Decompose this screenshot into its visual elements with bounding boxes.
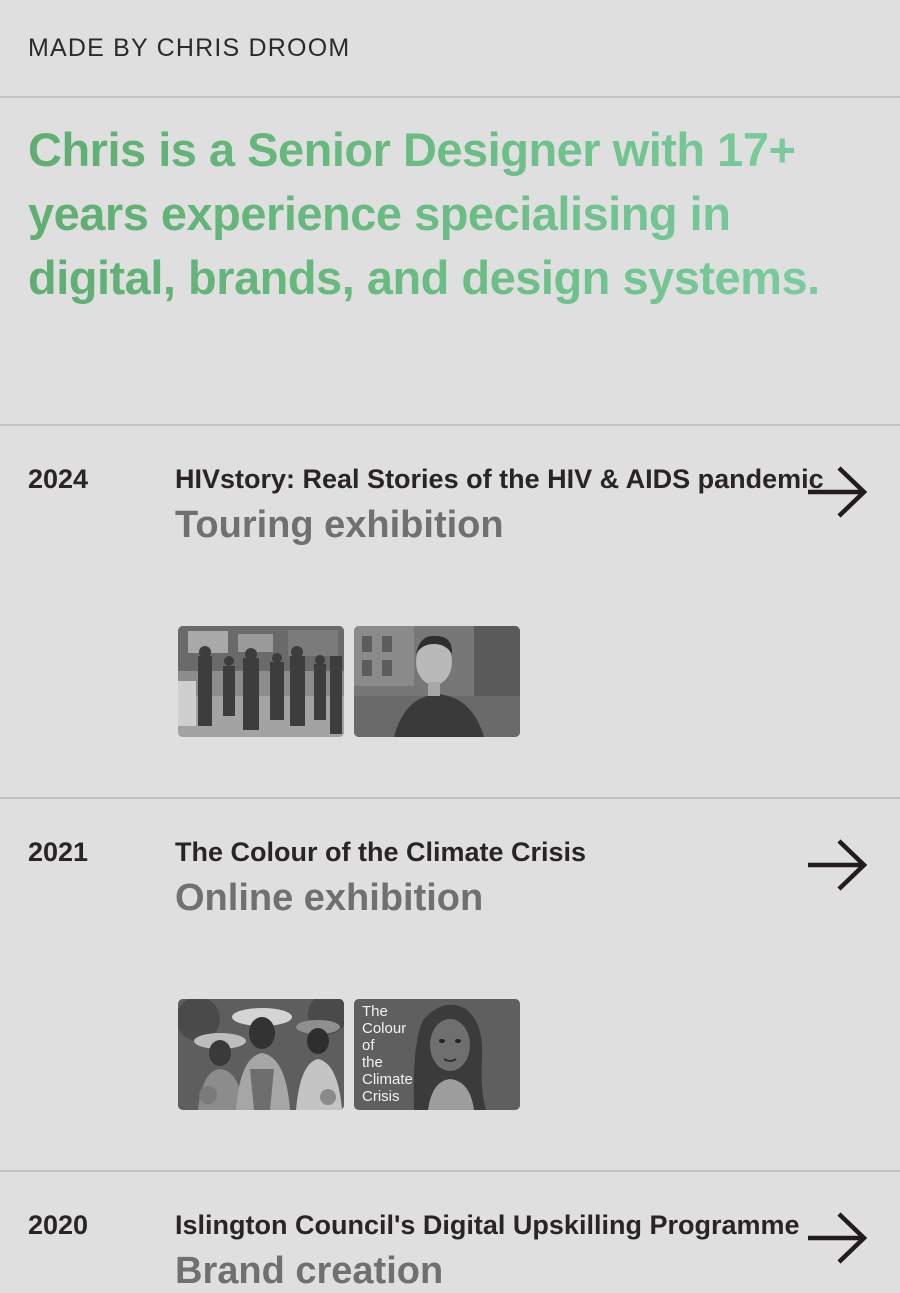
crowd-photo-thumbnail[interactable] [178, 626, 344, 737]
climate-crisis-poster-thumbnail[interactable]: The Colour of the Climate Crisis [354, 999, 520, 1110]
poster-caption-line: Colour [362, 1020, 407, 1037]
project-type: Touring exhibition [175, 504, 504, 546]
site-title[interactable]: MADE BY CHRIS DROOM [28, 34, 350, 63]
project-year: 2021 [28, 837, 89, 867]
women-with-hats-thumbnail[interactable] [178, 999, 344, 1110]
project-item[interactable]: 2020 Islington Council's Digital Upskill… [0, 1172, 900, 1292]
project-thumbnails: The Colour of the Climate Crisis [178, 999, 520, 1110]
poster-caption-line: of [362, 1037, 375, 1054]
poster-caption-line: Crisis [362, 1088, 400, 1105]
crowd-photo [178, 626, 344, 737]
project-year: 2020 [28, 1210, 89, 1240]
project-title: The Colour of the Climate Crisis [175, 837, 587, 867]
portrait-photo [354, 626, 520, 737]
project-item[interactable]: 2021 The Colour of the Climate Crisis On… [0, 799, 900, 1172]
arrow-right-icon[interactable] [806, 837, 868, 893]
poster-caption-line: Climate [362, 1071, 413, 1088]
women-with-hats-illustration [178, 999, 344, 1110]
arrow-right-icon[interactable] [806, 1210, 868, 1266]
project-type: Online exhibition [175, 877, 484, 919]
project-thumbnails [178, 626, 520, 737]
project-year: 2024 [28, 464, 89, 494]
portrait-photo-thumbnail[interactable] [354, 626, 520, 737]
project-type: Brand creation [175, 1250, 444, 1292]
project-item[interactable]: 2024 HIVstory: Real Stories of the HIV &… [0, 426, 900, 799]
intro-section: Chris is a Senior Designer with 17+ year… [0, 98, 900, 426]
arrow-right-icon[interactable] [806, 464, 868, 520]
poster-caption-line: The [362, 1003, 388, 1020]
intro-text: Chris is a Senior Designer with 17+ year… [28, 118, 888, 310]
poster-caption: The Colour of the Climate Crisis [362, 1003, 413, 1105]
project-title: Islington Council's Digital Upskilling P… [175, 1210, 800, 1240]
site-header: MADE BY CHRIS DROOM [0, 0, 900, 98]
project-title: HIVstory: Real Stories of the HIV & AIDS… [175, 464, 824, 494]
poster-caption-line: the [362, 1054, 383, 1071]
